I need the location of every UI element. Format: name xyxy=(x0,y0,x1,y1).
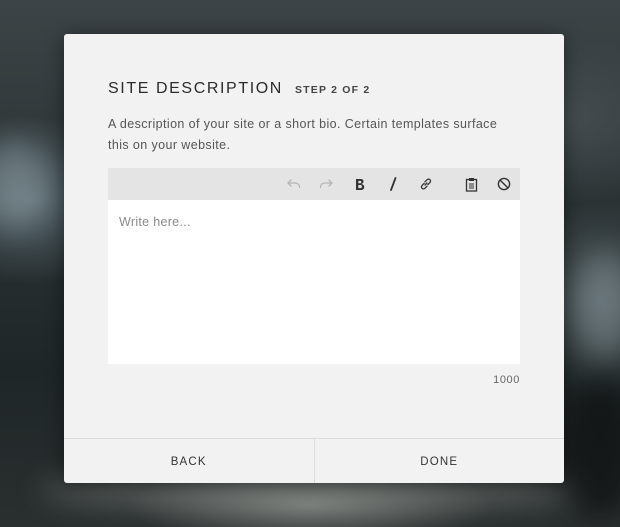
back-button[interactable]: BACK xyxy=(64,439,314,483)
redo-button[interactable] xyxy=(312,168,340,200)
paste-icon xyxy=(465,177,477,192)
background-shape xyxy=(0,140,50,230)
italic-button[interactable] xyxy=(379,168,407,200)
step-indicator: STEP 2 OF 2 xyxy=(294,84,371,96)
dialog-header: SITE DESCRIPTION STEP 2 OF 2 xyxy=(108,80,370,98)
dialog-title: SITE DESCRIPTION xyxy=(108,80,283,97)
bold-button[interactable] xyxy=(346,168,374,200)
site-description-dialog: SITE DESCRIPTION STEP 2 OF 2 A descripti… xyxy=(64,34,564,483)
description-input[interactable] xyxy=(108,200,520,364)
character-counter: 1000 xyxy=(493,374,520,386)
link-button[interactable] xyxy=(412,168,440,200)
paste-button[interactable] xyxy=(457,168,485,200)
italic-icon xyxy=(390,177,397,191)
done-button[interactable]: DONE xyxy=(313,439,565,483)
background-shape xyxy=(560,380,620,520)
dialog-footer: BACK DONE xyxy=(64,438,564,483)
rich-text-editor xyxy=(108,168,520,364)
bold-icon xyxy=(356,178,365,190)
redo-icon xyxy=(319,179,333,189)
dialog-description: A description of your site or a short bi… xyxy=(108,117,498,152)
undo-button[interactable] xyxy=(280,168,308,200)
link-icon xyxy=(420,178,432,190)
undo-icon xyxy=(287,179,301,189)
clear-format-icon xyxy=(497,177,511,191)
background-shape xyxy=(575,250,620,360)
editor-toolbar xyxy=(108,168,520,200)
clear-formatting-button[interactable] xyxy=(490,168,518,200)
